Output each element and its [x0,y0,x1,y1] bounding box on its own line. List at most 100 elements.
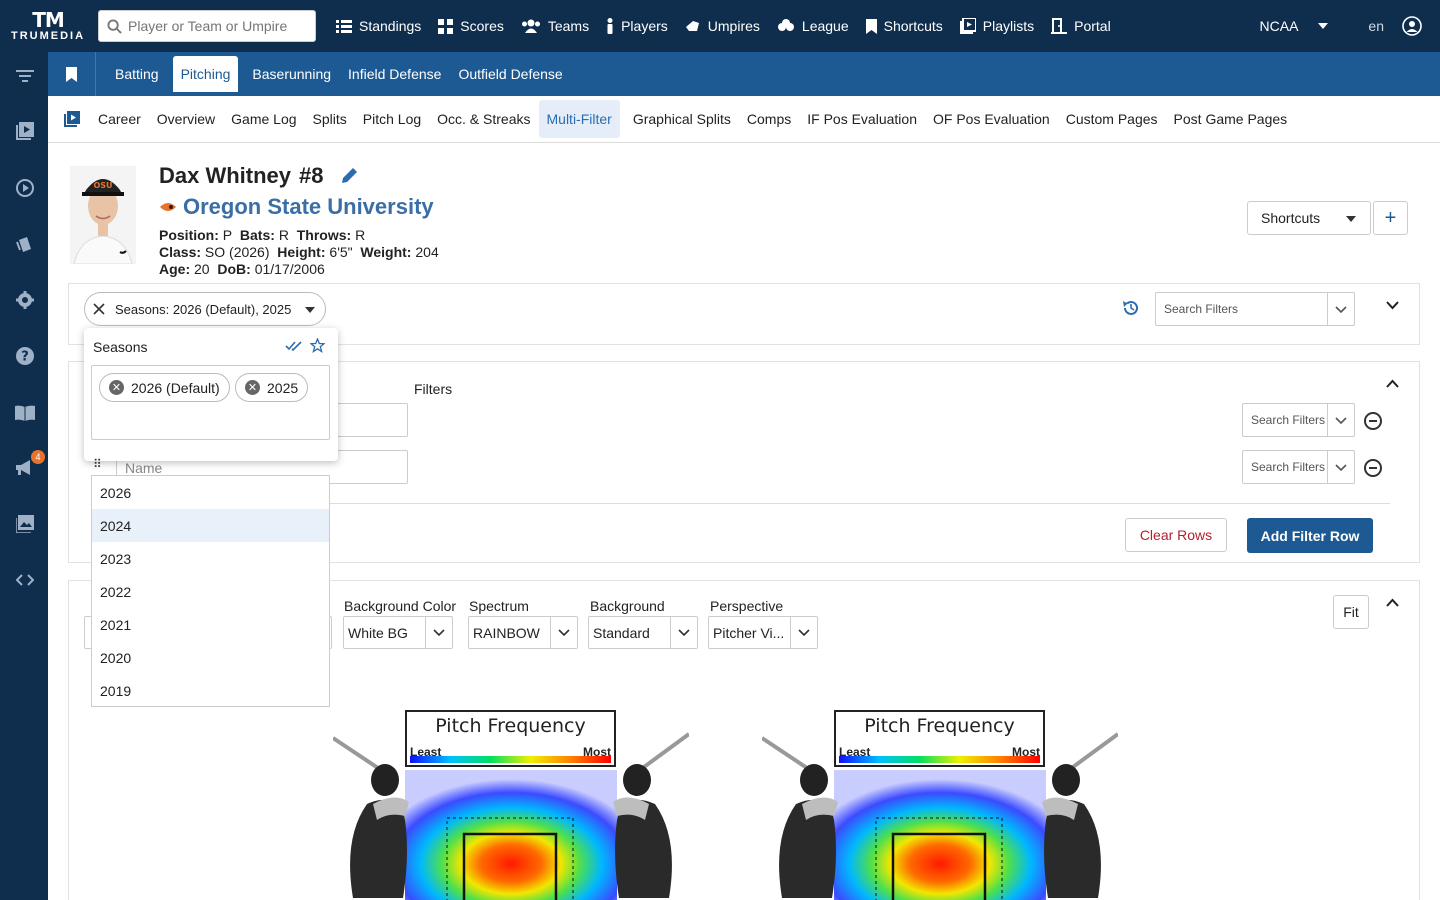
trumedia-logo[interactable]: TM TRUMEDIA [0,0,96,52]
fit-button[interactable]: Fit [1333,595,1369,629]
subtab-pitch-log[interactable]: Pitch Log [363,100,421,138]
subtab-graphical-splits[interactable]: Graphical Splits [633,100,731,138]
season-option[interactable]: 2026 [92,476,329,509]
tab-baserunning[interactable]: Baserunning [244,56,339,92]
add-filter-row-button[interactable]: Add Filter Row [1247,518,1373,553]
remove-row-1-icon[interactable] [1364,412,1382,430]
season-option[interactable]: 2019 [92,674,329,707]
league-select[interactable]: NCAA [1260,18,1329,34]
add-shortcut-button[interactable]: + [1373,201,1408,235]
tab-batting[interactable]: Batting [107,56,167,92]
season-chip-label: Seasons: 2026 (Default), 2025 [115,301,292,317]
selected-seasons-box[interactable]: ✕ 2026 (Default) ✕ 2025 [91,365,330,440]
row-1-name-input[interactable] [330,403,408,437]
perspective-select[interactable]: Pitcher Vi... [708,616,818,649]
weight-label: Weight: [360,244,412,260]
shortcuts-label: Shortcuts [1261,210,1321,226]
seasons-filter-chip[interactable]: Seasons: 2026 (Default), 2025 [84,292,326,326]
info-line-1: Position: P Bats: R Throws: R [159,227,439,244]
nav-teams[interactable]: Teams [521,18,589,34]
expand-chevron-icon[interactable] [1386,301,1399,310]
user-icon[interactable] [1402,16,1422,36]
playlist-icon[interactable] [64,111,80,127]
subtab-occ-streaks[interactable]: Occ. & Streaks [437,100,530,138]
language-select[interactable]: en [1368,18,1384,34]
subtab-splits[interactable]: Splits [313,100,347,138]
season-option[interactable]: 2024 [92,509,329,542]
position-value: P [222,227,233,243]
nav-portal[interactable]: Portal [1051,18,1111,34]
nav-scores[interactable]: Scores [438,18,504,34]
tab-outfield-defense[interactable]: Outfield Defense [450,56,570,92]
remove-tag-icon[interactable]: ✕ [109,380,124,395]
filter-lines-icon[interactable] [14,65,36,87]
search-filters-select[interactable]: Search Filters [1155,292,1355,326]
book-icon[interactable] [14,402,36,424]
nav-umpires[interactable]: Umpires [685,18,760,34]
bookmark-page-button[interactable] [48,52,96,96]
select-all-check-icon[interactable] [285,340,303,352]
season-tag-2025[interactable]: ✕ 2025 [235,373,309,402]
season-option[interactable]: 2020 [92,641,329,674]
name-placeholder: Name [125,460,163,476]
nav-league[interactable]: League [777,18,849,34]
subtab-comps[interactable]: Comps [747,100,791,138]
nav-shortcuts[interactable]: Shortcuts [865,18,943,34]
season-option[interactable]: 2021 [92,608,329,641]
sub-nav: Career Overview Game Log Splits Pitch Lo… [48,96,1440,143]
pitch-frequency-heatmap-2: Pitch Frequency Least Most [762,708,1118,900]
row-2-search-filters[interactable]: Search Filters [1242,450,1355,484]
nav-standings[interactable]: Standings [336,18,421,34]
close-icon[interactable] [93,303,105,315]
row-1-search-filters[interactable]: Search Filters [1242,403,1355,437]
player-name: Dax Whitney #8 [159,163,358,189]
class-value: SO (2026) [204,244,270,260]
subtab-if-pos-evaluation[interactable]: IF Pos Evaluation [807,100,917,138]
drag-handle-icon[interactable]: ⠿ [93,458,102,470]
spectrum-label: Spectrum [469,598,529,614]
collapse-chevron-icon[interactable] [1386,379,1399,388]
season-tag-2026[interactable]: ✕ 2026 (Default) [99,373,230,402]
chevron-down-icon [670,617,697,648]
tab-pitching[interactable]: Pitching [172,56,239,92]
gear-icon[interactable] [14,289,36,311]
subtab-of-pos-evaluation[interactable]: OF Pos Evaluation [933,100,1050,138]
nav-label: Players [621,18,668,34]
nav-players[interactable]: Players [606,18,668,34]
subtab-post-game-pages[interactable]: Post Game Pages [1174,100,1288,138]
play-circle-icon[interactable] [14,177,36,199]
subtab-career[interactable]: Career [98,100,141,138]
cards-icon[interactable] [14,233,36,255]
star-icon[interactable] [310,338,325,353]
reset-history-icon[interactable] [1122,299,1140,317]
remove-tag-icon[interactable]: ✕ [245,380,260,395]
subtab-game-log[interactable]: Game Log [231,100,296,138]
tab-infield-defense[interactable]: Infield Defense [340,56,449,92]
video-library-icon[interactable] [14,120,36,142]
player-team[interactable]: Oregon State University [159,194,434,220]
collapse-chevron-icon[interactable] [1386,598,1399,607]
nav-playlists[interactable]: Playlists [959,18,1034,34]
subtab-custom-pages[interactable]: Custom Pages [1066,100,1158,138]
clear-rows-button[interactable]: Clear Rows [1125,518,1227,552]
remove-row-2-icon[interactable] [1364,459,1382,477]
subtab-overview[interactable]: Overview [157,100,215,138]
edit-pencil-icon[interactable] [340,167,358,185]
search-input[interactable] [128,18,308,34]
shortcuts-dropdown[interactable]: Shortcuts [1247,201,1371,235]
season-option[interactable]: 2022 [92,575,329,608]
chevron-down-icon [1327,451,1354,483]
season-option[interactable]: 2023 [92,542,329,575]
image-gallery-icon[interactable] [14,513,36,535]
height-value: 6'5" [329,244,353,260]
background-color-select[interactable]: White BG [343,616,453,649]
global-search[interactable] [98,10,316,42]
background-select[interactable]: Standard [588,616,698,649]
notification-badge: 4 [31,450,45,464]
age-label: Age: [159,261,191,277]
subtab-multi-filter[interactable]: Multi-Filter [538,100,620,138]
perspective-value: Pitcher Vi... [713,624,785,641]
spectrum-select[interactable]: RAINBOW [468,616,578,649]
code-icon[interactable] [14,569,36,591]
help-icon[interactable]: ? [14,345,36,367]
